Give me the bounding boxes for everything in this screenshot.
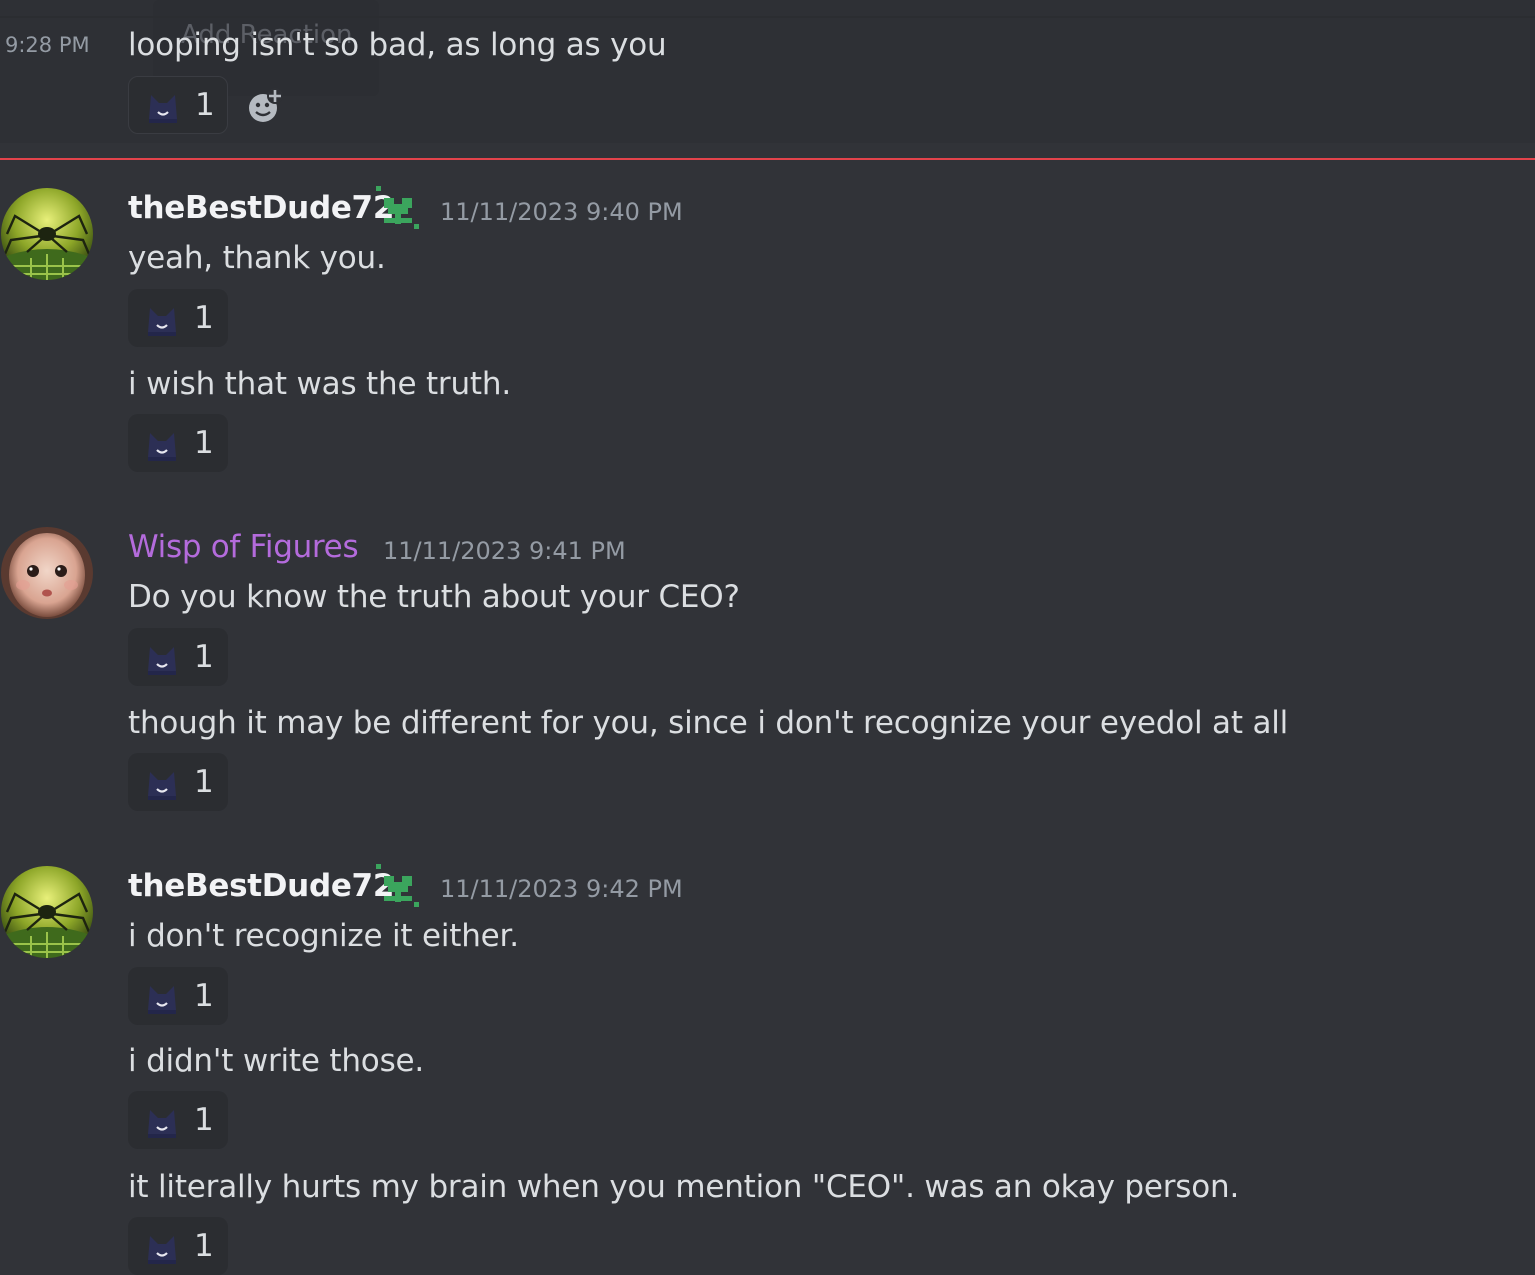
reaction-count: 1: [195, 87, 215, 123]
message-text: i wish that was the truth.: [128, 366, 511, 402]
reaction-count: 1: [194, 978, 214, 1014]
message-timestamp: 11/11/2023 9:42 PM: [440, 875, 683, 903]
message-text: i don't recognize it either.: [128, 918, 519, 954]
add-reaction-icon[interactable]: [245, 86, 285, 126]
reaction-button[interactable]: 1: [128, 76, 228, 134]
cat-smile-emoji-icon: [149, 95, 177, 123]
avatar[interactable]: [1, 527, 93, 619]
spider-avatar-image: [1, 188, 93, 280]
message-text: Do you know the truth about your CEO?: [128, 579, 740, 615]
message-time: 9:28 PM: [5, 33, 90, 57]
reaction-button[interactable]: 1: [128, 628, 228, 686]
reaction-count: 1: [194, 425, 214, 461]
username[interactable]: Wisp of Figures: [128, 529, 359, 565]
cat-smile-emoji-icon: [148, 1110, 176, 1138]
message-text: though it may be different for you, sinc…: [128, 705, 1289, 741]
doll-avatar-image: [1, 527, 93, 619]
spider-avatar-image: [1, 866, 93, 958]
reaction-count: 1: [194, 1102, 214, 1138]
cat-smile-emoji-icon: [148, 647, 176, 675]
reaction-button[interactable]: 1: [128, 967, 228, 1025]
message-text: looping isn't so bad, as long as you: [128, 27, 667, 63]
cat-smile-emoji-icon: [148, 433, 176, 461]
pixel-heart-sprout-icon: [376, 864, 419, 907]
cat-smile-emoji-icon: [148, 986, 176, 1014]
reaction-button[interactable]: 1: [128, 1091, 228, 1149]
reaction-count: 1: [194, 639, 214, 675]
message-text: i didn't write those.: [128, 1043, 425, 1079]
pixel-heart-sprout-icon: [376, 186, 419, 229]
cat-smile-emoji-icon: [148, 1236, 176, 1264]
message-timestamp: 11/11/2023 9:40 PM: [440, 198, 683, 226]
message-timestamp: 11/11/2023 9:41 PM: [383, 537, 626, 565]
reaction-button[interactable]: 1: [128, 1217, 228, 1275]
new-messages-divider: [0, 158, 1535, 160]
avatar[interactable]: [1, 188, 93, 280]
message-text: it literally hurts my brain when you men…: [128, 1169, 1240, 1205]
avatar[interactable]: [1, 866, 93, 958]
username[interactable]: theBestDude72: [128, 190, 394, 226]
username[interactable]: theBestDude72: [128, 868, 394, 904]
reaction-button[interactable]: 1: [128, 414, 228, 472]
reaction-count: 1: [194, 1228, 214, 1264]
reaction-button[interactable]: 1: [128, 289, 228, 347]
cat-smile-emoji-icon: [148, 308, 176, 336]
reaction-count: 1: [194, 300, 214, 336]
message-text: yeah, thank you.: [128, 240, 386, 276]
reaction-button[interactable]: 1: [128, 753, 228, 811]
cat-smile-emoji-icon: [148, 772, 176, 800]
reaction-count: 1: [194, 764, 214, 800]
